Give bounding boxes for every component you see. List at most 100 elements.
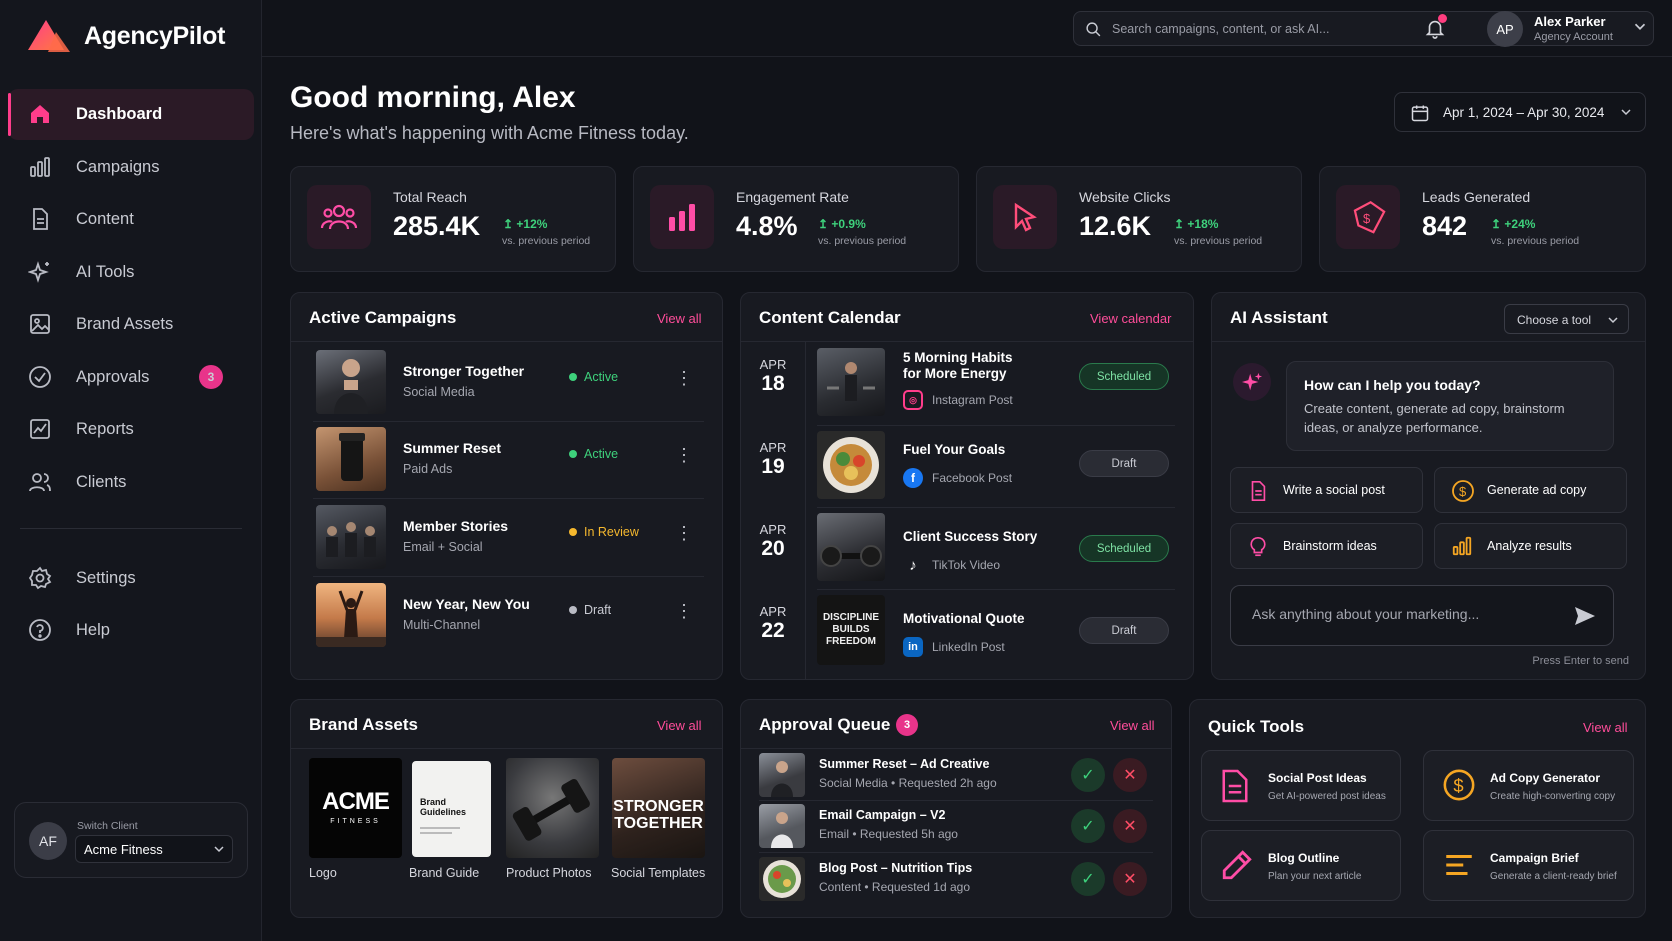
platform-label: LinkedIn Post: [932, 640, 1005, 654]
more-options-icon[interactable]: ⋮: [675, 445, 693, 466]
quick-tool-ad-copy-generator[interactable]: $ Ad Copy Generator Create high-converti…: [1423, 750, 1634, 821]
brainstorm-ideas-button[interactable]: Brainstorm ideas: [1230, 523, 1423, 569]
sidebar-item-label: Brand Assets: [76, 315, 174, 333]
platform-label: TikTok Video: [932, 558, 1001, 572]
asset-product-photos-thumbnail[interactable]: [506, 758, 599, 858]
campaign-row[interactable]: New Year, New You Multi-Channel Draft ⋮: [313, 583, 693, 649]
client-avatar: AF: [29, 822, 67, 860]
quick-tool-campaign-brief[interactable]: Campaign Brief Generate a client-ready b…: [1423, 830, 1634, 901]
approve-button[interactable]: ✓: [1071, 862, 1105, 896]
document-icon: [33, 208, 48, 230]
asset-template-text: STRONGER: [613, 798, 704, 815]
view-all-link[interactable]: View all: [1110, 718, 1155, 733]
approval-row[interactable]: Summer Reset – Ad Creative Social Media …: [741, 751, 1173, 799]
sidebar-item-campaigns[interactable]: Campaigns: [8, 142, 254, 193]
more-options-icon[interactable]: ⋮: [675, 368, 693, 389]
app-logo[interactable]: AgencyPilot: [28, 18, 225, 54]
client-select-value: Acme Fitness: [84, 842, 163, 857]
sidebar-item-dashboard[interactable]: Dashboard: [8, 89, 254, 140]
more-options-icon[interactable]: ⋮: [675, 523, 693, 544]
calendar-row[interactable]: APR 18 5 Morning Habits for More Energy ◎ I…: [741, 348, 1195, 422]
sidebar-item-label: Dashboard: [76, 105, 163, 123]
approval-time: Requested 2h ago: [898, 776, 997, 790]
reject-button[interactable]: ✕: [1113, 809, 1147, 843]
status-text: Draft: [584, 603, 612, 617]
stat-delta-value: +12%: [516, 217, 548, 231]
approval-category: Social Media: [819, 776, 888, 790]
quick-tool-social-post-ideas[interactable]: Social Post Ideas Get AI-powered post id…: [1201, 750, 1401, 821]
content-platform: ♪ TikTok Video: [903, 555, 1000, 575]
client-select[interactable]: Acme Fitness: [75, 835, 233, 863]
sparkle-icon: [28, 260, 49, 283]
sidebar-item-ai-tools[interactable]: AI Tools: [8, 247, 254, 298]
reject-button[interactable]: ✕: [1113, 758, 1147, 792]
stat-comparison: vs. previous period: [1491, 235, 1580, 247]
quick-tool-blog-outline[interactable]: Blog Outline Plan your next article: [1201, 830, 1401, 901]
campaign-row[interactable]: Summer Reset Paid Ads Active ⋮: [313, 427, 693, 493]
calendar-date: APR 18: [753, 357, 793, 396]
panel-title: Brand Assets: [309, 715, 418, 734]
analyze-results-button[interactable]: Analyze results: [1434, 523, 1627, 569]
status-dot: [569, 528, 577, 536]
asset-logo-thumbnail[interactable]: ACME FITNESS: [309, 758, 402, 858]
avatar[interactable]: AP: [1487, 11, 1523, 47]
status-dot: [569, 606, 577, 614]
campaign-thumbnail: [316, 350, 386, 414]
view-all-link[interactable]: View all: [1583, 720, 1628, 735]
view-calendar-link[interactable]: View calendar: [1090, 311, 1171, 326]
sidebar-item-content[interactable]: Content: [8, 194, 254, 245]
tool-select[interactable]: Choose a tool: [1504, 304, 1629, 334]
approval-row[interactable]: Blog Post – Nutrition Tips Content • Req…: [741, 855, 1173, 903]
approval-meta: Social Media • Requested 2h ago: [819, 776, 997, 790]
campaign-name: Stronger Together: [403, 363, 525, 379]
write-social-post-button[interactable]: Write a social post: [1230, 467, 1423, 513]
send-icon[interactable]: [1573, 605, 1597, 627]
stat-value: 285.4K: [393, 211, 481, 241]
ai-assistant-panel: AI Assistant Choose a tool How can I hel…: [1211, 292, 1646, 680]
more-options-icon[interactable]: ⋮: [675, 601, 693, 622]
stat-card-website-clicks[interactable]: Website Clicks 12.6K ↥ +18% vs. previous…: [976, 166, 1302, 272]
logo-icon: [28, 20, 70, 52]
ai-chat-input[interactable]: Ask anything about your marketing...: [1230, 585, 1614, 646]
asset-logo-subtext: FITNESS: [330, 818, 381, 825]
approval-row[interactable]: Email Campaign – V2 Email • Requested 5h…: [741, 802, 1173, 850]
asset-social-templates-thumbnail[interactable]: STRONGER TOGETHER: [612, 758, 705, 858]
content-thumbnail: [817, 513, 885, 581]
trend-chart-icon: [30, 419, 50, 439]
sidebar-item-help[interactable]: Help: [8, 605, 254, 656]
generate-ad-copy-button[interactable]: $ Generate ad copy: [1434, 467, 1627, 513]
quote-text: DISCIPLINE: [822, 612, 880, 623]
sidebar-item-reports[interactable]: Reports: [8, 404, 254, 455]
status-text: Active: [584, 370, 619, 384]
sidebar-item-clients[interactable]: Clients: [8, 457, 254, 508]
campaign-row[interactable]: Stronger Together Social Media Active ⋮: [313, 350, 693, 416]
sidebar-item-approvals[interactable]: Approvals 3: [8, 352, 254, 403]
approve-button[interactable]: ✓: [1071, 809, 1105, 843]
content-thumbnail: DISCIPLINE BUILDS FREEDOM: [817, 595, 885, 665]
sidebar-item-settings[interactable]: Settings: [8, 553, 254, 604]
asset-brand-guide-thumbnail[interactable]: Brand Guidelines: [412, 761, 491, 857]
view-all-link[interactable]: View all: [657, 311, 702, 326]
stat-card-total-reach[interactable]: Total Reach 285.4K ↥ +12% vs. previous p…: [290, 166, 616, 272]
approve-button[interactable]: ✓: [1071, 758, 1105, 792]
calendar-row[interactable]: APR 22 DISCIPLINE BUILDS FREEDOM Motivati…: [741, 595, 1195, 669]
campaign-row[interactable]: Member Stories Email + Social In Review …: [313, 505, 693, 571]
calendar-row[interactable]: APR 20 Client Success Story ♪ TikTok Video…: [741, 513, 1195, 587]
stat-card-engagement-rate[interactable]: Engagement Rate 4.8% ↥ +0.9% vs. previou…: [633, 166, 959, 272]
stat-delta: ↥ +24%: [1491, 217, 1536, 231]
campaign-type: Paid Ads: [403, 462, 453, 476]
sidebar-item-brand-assets[interactable]: Brand Assets: [8, 299, 254, 350]
view-all-link[interactable]: View all: [657, 718, 702, 733]
stat-card-leads-generated[interactable]: $ Leads Generated 842 ↥ +24% vs. previou…: [1319, 166, 1646, 272]
stat-value: 4.8%: [736, 211, 798, 241]
date-range-picker[interactable]: Apr 1, 2024 – Apr 30, 2024: [1394, 92, 1646, 132]
status-text: Active: [584, 447, 619, 461]
calendar-row[interactable]: APR 19 Fuel Your Goals f Facebook Post Dra…: [741, 431, 1195, 505]
user-name: Alex Parker: [1534, 14, 1606, 29]
notification-dot: [1438, 14, 1447, 23]
chevron-down-icon[interactable]: [1634, 22, 1646, 31]
ai-message-body: ideas, or analyze performance.: [1304, 420, 1483, 435]
active-campaigns-panel: Active Campaigns View all Stronger Toget…: [290, 292, 723, 680]
reject-button[interactable]: ✕: [1113, 862, 1147, 896]
stat-value: 12.6K: [1079, 211, 1152, 241]
